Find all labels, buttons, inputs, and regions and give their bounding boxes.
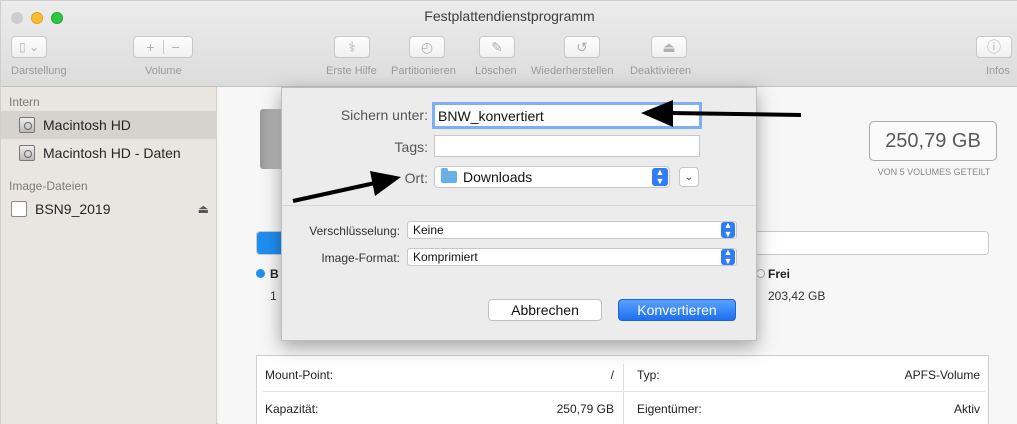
image-format-value: Komprimiert — [413, 250, 478, 264]
tags-input[interactable] — [434, 135, 700, 157]
free-legend-dot — [756, 269, 765, 278]
info-icon: ⓘ — [987, 39, 1001, 55]
image-format-popup[interactable]: Komprimiert ▲ ▼ — [407, 248, 737, 266]
sidebar-item-macintosh-hd-data[interactable]: Macintosh HD - Daten — [1, 139, 217, 167]
updown-arrows-icon: ▲ ▼ — [721, 248, 735, 266]
dialog-separator — [282, 205, 756, 206]
owner-label: Eigentümer: — [637, 402, 702, 416]
partition-pie-icon: ◴ — [420, 38, 434, 55]
minus-icon[interactable]: − — [172, 39, 180, 55]
mount-point-value: / — [610, 368, 614, 382]
encryption-popup[interactable]: Keine ▲ ▼ — [407, 221, 737, 239]
owner-value: Aktiv — [953, 402, 980, 416]
first-aid-label: Erste Hilfe — [326, 65, 377, 77]
used-legend-label: B — [270, 267, 279, 281]
sidebar-item-label: BSN9_2019 — [35, 201, 111, 217]
stethoscope-icon: ⚕ — [348, 38, 356, 55]
sidebar: Intern Macintosh HD Macintosh HD - Daten… — [1, 87, 217, 424]
volume-label: Volume — [145, 65, 182, 77]
tags-label: Tags: — [394, 139, 428, 155]
partition-label: Partitionieren — [391, 65, 456, 77]
hard-disk-icon — [19, 145, 35, 161]
hard-disk-icon — [19, 117, 35, 133]
view-label: Darstellung — [11, 65, 67, 77]
used-legend-value: 1 — [270, 289, 277, 303]
sidebar-icon: ▯ ⌄ — [19, 40, 39, 54]
type-label: Typ: — [637, 368, 660, 382]
updown-arrows-icon: ▲ ▼ — [652, 168, 668, 186]
sidebar-view-button[interactable]: ▯ ⌄ — [11, 36, 47, 58]
sidebar-item-macintosh-hd[interactable]: Macintosh HD — [1, 111, 217, 139]
info-row-divider — [263, 391, 985, 392]
location-label: Ort: — [404, 170, 428, 186]
cancel-button[interactable]: Abbrechen — [488, 299, 602, 321]
eject-icon[interactable]: ⏏ — [198, 202, 209, 216]
updown-arrows-icon: ▲ ▼ — [721, 221, 735, 239]
restore-button[interactable]: ↺ — [564, 36, 600, 58]
chevron-down-icon: ⌄ — [684, 171, 694, 183]
save-as-label: Sichern unter: — [340, 107, 428, 123]
restore-icon: ↺ — [576, 38, 588, 55]
volume-info-table: Mount-Point: / Kapazität: 250,79 GB Typ:… — [256, 355, 989, 424]
capacity-display: 250,79 GB — [869, 121, 997, 161]
sidebar-item-label: Macintosh HD — [43, 117, 131, 133]
location-value: Downloads — [463, 169, 533, 185]
toolbar: Festplattendienstprogramm ▯ ⌄ Darstellun… — [1, 1, 1017, 87]
capacity-subtitle: VON 5 VOLUMES GETEILT — [877, 167, 991, 177]
partition-button[interactable]: ◴ — [409, 36, 445, 58]
folder-icon — [441, 168, 457, 183]
disk-utility-window: Festplattendienstprogramm ▯ ⌄ Darstellun… — [0, 0, 1017, 424]
free-legend-value: 203,42 GB — [768, 289, 826, 303]
eject-icon: ⏏ — [662, 38, 676, 55]
info-button[interactable]: ⓘ — [976, 36, 1012, 58]
disk-image-icon — [11, 201, 27, 217]
info-label: Infos — [986, 65, 1010, 77]
erase-button[interactable]: ✎ — [479, 36, 515, 58]
sidebar-section-internal: Intern — [9, 95, 40, 109]
info-column-divider — [623, 364, 624, 424]
capacity-value: 250,79 GB — [556, 402, 614, 416]
first-aid-button[interactable]: ⚕ — [334, 36, 370, 58]
type-value: APFS-Volume — [904, 368, 980, 382]
image-format-label: Image-Format: — [321, 251, 400, 265]
capacity-label: Kapazität: — [265, 402, 319, 416]
location-popup[interactable]: Downloads ▲ ▼ — [434, 166, 670, 188]
save-as-input[interactable] — [432, 102, 702, 129]
convert-image-dialog: Sichern unter: Tags: Ort: Downloads ▲▼ ⌄… — [281, 87, 757, 341]
sidebar-item-label: Macintosh HD - Daten — [43, 145, 181, 161]
restore-label: Wiederherstellen — [531, 65, 614, 77]
convert-button[interactable]: Konvertieren — [618, 299, 736, 321]
plus-icon[interactable]: + — [146, 39, 154, 55]
sidebar-section-images: Image-Dateien — [9, 179, 88, 193]
erase-icon: ✎ — [491, 38, 503, 55]
deactivate-label: Deaktivieren — [630, 65, 692, 77]
erase-label: Löschen — [475, 65, 517, 77]
used-legend-dot — [256, 269, 265, 278]
window-title: Festplattendienstprogramm — [424, 8, 595, 24]
deactivate-button[interactable]: ⏏ — [651, 36, 687, 58]
encryption-value: Keine — [413, 223, 444, 237]
expand-dialog-button[interactable]: ⌄ — [679, 167, 699, 187]
mount-point-label: Mount-Point: — [265, 368, 334, 382]
free-legend-label: Frei — [768, 267, 791, 281]
encryption-label: Verschlüsselung: — [309, 224, 400, 238]
sidebar-item-bsn9-2019[interactable]: BSN9_2019 ⏏ — [1, 195, 217, 223]
volume-add-remove-control[interactable]: + − — [133, 36, 193, 58]
